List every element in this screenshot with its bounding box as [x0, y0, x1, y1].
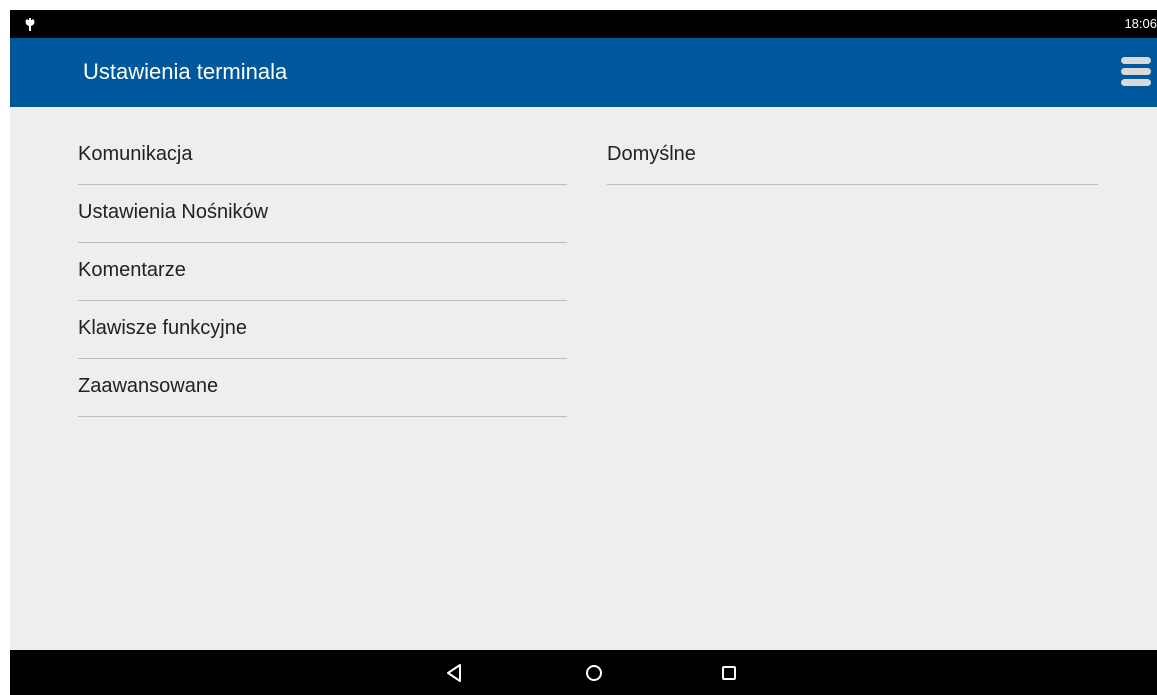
settings-item-komunikacja[interactable]: Komunikacja — [78, 127, 567, 185]
settings-item-zaawansowane[interactable]: Zaawansowane — [78, 359, 567, 417]
app-bar: Ustawienia terminala — [10, 38, 1157, 107]
settings-item-label: Komunikacja — [78, 143, 193, 165]
page-title: Ustawienia terminala — [83, 59, 288, 84]
notification-icon — [25, 17, 35, 31]
status-bar: 18:06 — [10, 10, 1157, 38]
navigation-bar — [10, 650, 1157, 695]
hamburger-menu-icon[interactable] — [1119, 54, 1153, 90]
settings-item-label: Zaawansowane — [78, 375, 219, 397]
settings-item-domyslne[interactable]: Domyślne — [607, 127, 1098, 185]
settings-item-label: Ustawienia Nośników — [78, 201, 269, 223]
settings-item-ustawienia-nosnikow[interactable]: Ustawienia Nośników — [78, 185, 567, 243]
back-triangle-icon[interactable] — [441, 660, 467, 686]
recents-square-icon[interactable] — [716, 660, 742, 686]
status-time: 18:06 — [1124, 16, 1157, 31]
settings-item-label: Komentarze — [78, 259, 186, 281]
settings-content: Komunikacja Ustawienia Nośników Komentar… — [10, 107, 1157, 650]
settings-list-left: Komunikacja Ustawienia Nośników Komentar… — [78, 127, 567, 417]
settings-item-klawisze-funkcyjne[interactable]: Klawisze funkcyjne — [78, 301, 567, 359]
settings-item-komentarze[interactable]: Komentarze — [78, 243, 567, 301]
settings-item-label: Domyślne — [607, 143, 696, 165]
device-screen: 18:06 Ustawienia terminala Komunikacja U… — [10, 10, 1157, 695]
home-circle-icon[interactable] — [581, 660, 607, 686]
settings-item-label: Klawisze funkcyjne — [78, 317, 247, 339]
settings-list-right: Domyślne — [607, 127, 1098, 185]
